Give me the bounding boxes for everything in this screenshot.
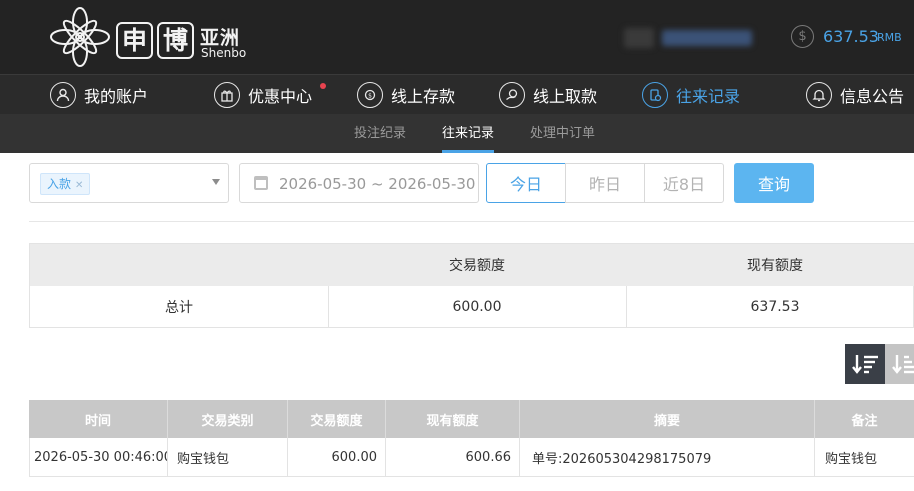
summary-header-cell: 现有额度 — [747, 258, 803, 274]
column-header-time: 时间 — [29, 400, 168, 438]
logo-char: 申 — [116, 22, 153, 59]
nav-item-label: 往来记录 — [676, 87, 741, 106]
nav-item-deposit[interactable]: $ 线上存款 — [357, 75, 455, 115]
column-header-note: 备注 — [815, 400, 914, 438]
user-icon — [50, 82, 76, 108]
segment-yesterday[interactable]: 昨日 — [565, 163, 645, 203]
segment-last-8-days[interactable]: 近8日 — [644, 163, 724, 203]
column-header-summary: 摘要 — [520, 400, 815, 438]
header: 申 博 亚洲 Shenbo $ 637.53 RMB — [0, 0, 914, 74]
nav-item-label: 我的账户 — [84, 87, 149, 106]
calendar-icon — [254, 176, 268, 190]
nav-item-label: 信息公告 — [840, 87, 905, 106]
type-tag-label: 入款 — [47, 177, 72, 191]
summary-total-label: 总计 — [165, 300, 193, 316]
redacted-username — [624, 28, 654, 48]
records-icon — [642, 82, 668, 108]
deposit-icon: $ — [357, 82, 383, 108]
segment-today[interactable]: 今日 — [486, 163, 566, 203]
chevron-down-icon — [212, 179, 220, 185]
nav-item-label: 线上取款 — [533, 87, 598, 106]
sort-desc-icon — [852, 355, 878, 374]
summary-table: 交易额度 现有额度 总计 600.00 637.53 — [29, 243, 914, 328]
query-button[interactable]: 查询 — [734, 163, 814, 203]
sort-asc-icon — [892, 355, 914, 374]
tag-close-icon[interactable]: ✕ — [75, 180, 83, 191]
nav-item-account[interactable]: 我的账户 — [50, 75, 148, 115]
balance-unit: RMB — [877, 31, 902, 44]
nav-item-label: 线上存款 — [391, 87, 456, 106]
column-header-amount: 交易额度 — [288, 400, 386, 438]
cell-category: 购宝钱包 — [168, 438, 288, 477]
cell-balance: 600.66 — [386, 438, 520, 477]
cell-note: 购宝钱包 — [815, 438, 914, 477]
nav-item-records[interactable]: 往来记录 — [642, 75, 740, 115]
summary-header-cell — [30, 244, 328, 286]
summary-header-cell: 交易额度 — [449, 258, 505, 274]
flower-logo-icon — [50, 7, 110, 67]
logo-en-text: Shenbo — [201, 46, 247, 60]
page-root: 申 博 亚洲 Shenbo $ 637.53 RMB 我的账户 优惠中心 $ 线… — [0, 0, 914, 491]
notification-dot — [320, 83, 326, 89]
summary-current-amount: 637.53 — [750, 299, 800, 315]
logo-char: 博 — [157, 22, 194, 59]
dollar-icon: $ — [791, 25, 814, 48]
cell-time: 2026-05-30 00:46:00 — [29, 438, 168, 477]
gift-icon — [214, 82, 240, 108]
tab-bet-records[interactable]: 投注纪录 — [354, 114, 406, 153]
nav-item-announcements[interactable]: 信息公告 — [806, 75, 904, 115]
cell-amount: 600.00 — [288, 438, 386, 477]
sub-nav: 投注纪录 往来记录 处理中订单 — [0, 114, 914, 153]
nav-item-promotions[interactable]: 优惠中心 — [214, 75, 312, 115]
nav-item-label: 优惠中心 — [248, 87, 313, 106]
logo-wordmark: 申 博 — [116, 22, 194, 59]
tab-pending-orders[interactable]: 处理中订单 — [530, 114, 595, 153]
bell-icon — [806, 82, 832, 108]
svg-text:$: $ — [368, 93, 372, 100]
sort-asc-button[interactable] — [885, 344, 914, 384]
redacted-account — [662, 30, 752, 46]
date-range-text: 2026-05-30 ~ 2026-05-30 — [279, 175, 476, 193]
main-nav: 我的账户 优惠中心 $ 线上存款 线上取款 往来记录 信息公告 — [0, 74, 914, 114]
column-header-balance: 现有额度 — [386, 400, 520, 438]
cell-summary: 单号:202605304298175079 — [520, 438, 815, 477]
records-table: 时间 交易类别 交易额度 现有额度 摘要 备注 2026-05-30 00:46… — [29, 400, 914, 477]
column-header-category: 交易类别 — [168, 400, 288, 438]
withdraw-icon — [499, 82, 525, 108]
balance-amount: 637.53 — [823, 27, 879, 46]
tab-transaction-records[interactable]: 往来记录 — [442, 114, 495, 153]
summary-trade-amount: 600.00 — [452, 299, 502, 315]
divider — [29, 221, 914, 222]
type-tag: 入款 ✕ — [40, 173, 91, 195]
date-range-picker[interactable]: 2026-05-30 ~ 2026-05-30 — [239, 163, 479, 203]
type-select[interactable]: 入款 ✕ — [29, 163, 229, 203]
sort-desc-button[interactable] — [845, 344, 885, 384]
nav-item-withdraw[interactable]: 线上取款 — [499, 75, 597, 115]
